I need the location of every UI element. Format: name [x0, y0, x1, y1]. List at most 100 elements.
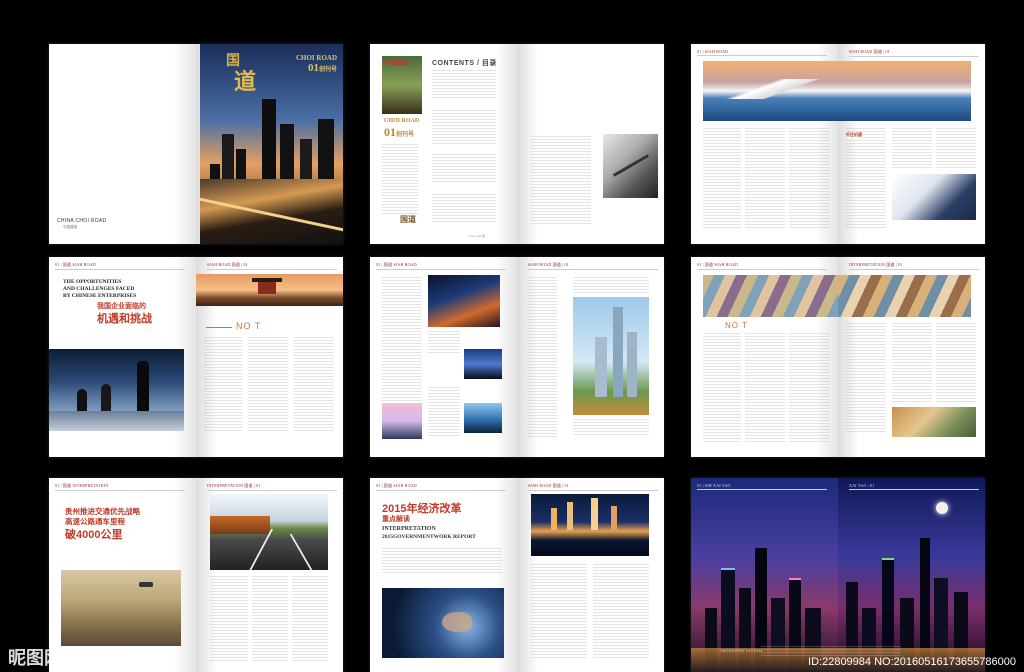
- opp-col-2: [248, 337, 288, 433]
- highway-right-page: INTERPRETATION 国道 | 01: [196, 478, 343, 672]
- spread-contents[interactable]: 中国道路 CHOI ROAD 01创刊号 CONTENTS / 目录 国道: [370, 44, 664, 244]
- cur-col-6: [936, 323, 976, 403]
- spread-mountain[interactable]: 01 | SIAH ROAD SIAH ROAD 国道 | 01 抓住机遇: [691, 44, 985, 244]
- spread-cities[interactable]: 01 | 国道 SIAH ROAD SIAH ROAD 国道 | 01: [370, 257, 664, 457]
- harbor-night-image: [531, 494, 649, 556]
- skyscraper-image: [573, 297, 649, 415]
- not-label: NO T: [725, 321, 748, 330]
- mountain-col-2: [745, 128, 785, 228]
- mini-cover-image: 中国道路: [382, 56, 422, 114]
- desert-car-image: [61, 570, 181, 646]
- back-cover-brand: CHINA CHOI ROAD: [57, 218, 107, 224]
- contents-pen-image: [603, 134, 658, 198]
- cn-main-title: 机遇和挑战: [97, 313, 152, 325]
- mountain-col-6: [936, 128, 976, 168]
- dollar-image: [892, 407, 976, 437]
- contents-title-cn: 目录: [481, 60, 497, 67]
- highway-image: [210, 494, 328, 570]
- page-header: INTERPRETATION 国道 | 01: [849, 262, 979, 270]
- mini-cover-credits: [382, 144, 418, 214]
- currency-image: [703, 275, 838, 317]
- cover-issue: 01创刊号: [308, 62, 337, 74]
- reform-left-page: 01 | 国道 SIAH ROAD 2015年经济改革 重点解读 INTERPR…: [370, 478, 517, 672]
- toc-section-1: [432, 70, 496, 100]
- toc-section-5: [531, 136, 591, 226]
- cities-col-6: [573, 419, 649, 437]
- opportunities-left-page: 01 | 国道 SIAH ROAD THE OPPORTUNITIES AND …: [49, 257, 196, 457]
- opp-col-1: [204, 337, 242, 433]
- cities-col-2: [428, 331, 460, 355]
- spread-highway[interactable]: 01 | 国道 INTERPRETATION 贵州推进交通优先战略 高速公路通车…: [49, 478, 343, 672]
- chess-image: [49, 349, 184, 431]
- night-label: INTERPRETATION: [721, 648, 763, 653]
- contents-left-page: 中国道路 CHOI ROAD 01创刊号 CONTENTS / 目录 国道: [370, 44, 517, 244]
- page-header: SIAH ROAD 国道 | 01: [849, 49, 979, 57]
- cur-col-4: [846, 323, 886, 433]
- mini-cover-label: 创刊号: [396, 132, 415, 138]
- mini-cover-issue: CHOI ROAD: [384, 118, 420, 124]
- nipic-url: www.nipic.com: [96, 654, 169, 666]
- opp-col-3: [294, 337, 334, 433]
- page-header: 01 | 国道 SIAH ROAD: [55, 262, 185, 270]
- page-header: 01 | SIAH ROAD: [697, 49, 827, 56]
- touch-screen-image: [382, 588, 504, 658]
- currency-right-page: INTERPRETATION 国道 | 01: [838, 257, 985, 457]
- spread-reform[interactable]: 01 | 国道 SIAH ROAD 2015年经济改革 重点解读 INTERPR…: [370, 478, 664, 672]
- cover-city-image: [200, 44, 343, 244]
- toc-logo: 国道: [400, 215, 416, 224]
- cur-col-2: [745, 333, 785, 443]
- red-note: 抓住机遇: [846, 132, 862, 138]
- mountain-lake-image-right: [838, 61, 971, 121]
- en-title-line-2: AND CHALLENGES FACED: [63, 286, 135, 292]
- hw-col-1: [210, 576, 248, 662]
- reform-col-3: [593, 564, 649, 660]
- cover-logo-main: 道: [234, 69, 257, 95]
- hw-col-2: [252, 576, 288, 662]
- cover-issue-number: 01: [307, 62, 319, 74]
- en-line-1: INTERPRETATION: [382, 526, 436, 532]
- page-header: 01 | 国道 SIAH ROAD: [376, 262, 506, 270]
- contents-right-page: [517, 44, 664, 244]
- spread-cover[interactable]: CHINA CHOI ROAD 中国道路 国 道 CHOI ROAD 01创刊号: [49, 44, 343, 244]
- spread-currency[interactable]: 01 | 国道 SIAH ROAD NO T INTERPRETATION 国道…: [691, 257, 985, 457]
- cover-issue-label: 创刊号: [318, 67, 337, 73]
- toc-section-2: [432, 110, 496, 144]
- page-header: INTERPRETATION 国道 | 01: [207, 483, 337, 491]
- mini-cover-num: 01: [384, 125, 396, 139]
- cities-col-4: [527, 277, 557, 437]
- spread-opportunities[interactable]: 01 | 国道 SIAH ROAD THE OPPORTUNITIES AND …: [49, 257, 343, 457]
- mountain-left-page: 01 | SIAH ROAD: [691, 44, 838, 244]
- page-header: 01 | 国道 INTERPRETATION: [55, 483, 185, 491]
- page-header: 01 | 国道 SIAH ROAD: [697, 262, 827, 270]
- page-header: XAI YAO | 01: [849, 483, 979, 490]
- cities-right-page: SIAH ROAD 国道 | 01: [517, 257, 664, 457]
- night-road-image: [428, 275, 500, 327]
- cur-col-3: [789, 333, 829, 443]
- currency-left-page: 01 | 国道 SIAH ROAD NO T: [691, 257, 838, 457]
- cities-left-page: 01 | 国道 SIAH ROAD: [370, 257, 517, 457]
- cur-col-1: [703, 333, 741, 443]
- mountain-col-3: [789, 128, 829, 228]
- cities-col-3: [428, 387, 460, 437]
- hw-col-3: [292, 576, 328, 662]
- cn-line-3: 破4000公里: [65, 529, 123, 541]
- contents-title-en: CONTENTS: [432, 60, 475, 67]
- page-header: 01 | SIH XAI YAO: [697, 483, 827, 490]
- spread-night-skyline[interactable]: 01 | SIH XAI YAO XAI YAO | 01 INTERPRETA…: [691, 478, 985, 672]
- mountain-col-5: [892, 128, 932, 168]
- page-header: SIAH ROAD 国道 | 01: [207, 262, 337, 270]
- page-header: SIAH ROAD 国道 | 01: [528, 483, 658, 491]
- en-title-line-3: BY CHINESE ENTERPRISES: [63, 293, 137, 299]
- mountain-right-page: SIAH ROAD 国道 | 01 抓住机遇: [838, 44, 985, 244]
- sub-title: 重点解读: [382, 516, 410, 523]
- mini-cover-number: 01创刊号: [384, 125, 414, 140]
- image-id: ID:22809984 NO:20160516173655786000: [808, 656, 1016, 668]
- cover-title: CHOI ROAD: [295, 54, 337, 62]
- mountain-col-4: [846, 128, 886, 228]
- forbidden-city-image: [196, 274, 343, 306]
- cities-col-5: [573, 277, 649, 293]
- currency-image-right: [838, 275, 971, 317]
- nipic-watermark: 昵图网: [8, 648, 62, 669]
- toc-section-4: [432, 194, 496, 224]
- city-pink-image: [382, 403, 422, 439]
